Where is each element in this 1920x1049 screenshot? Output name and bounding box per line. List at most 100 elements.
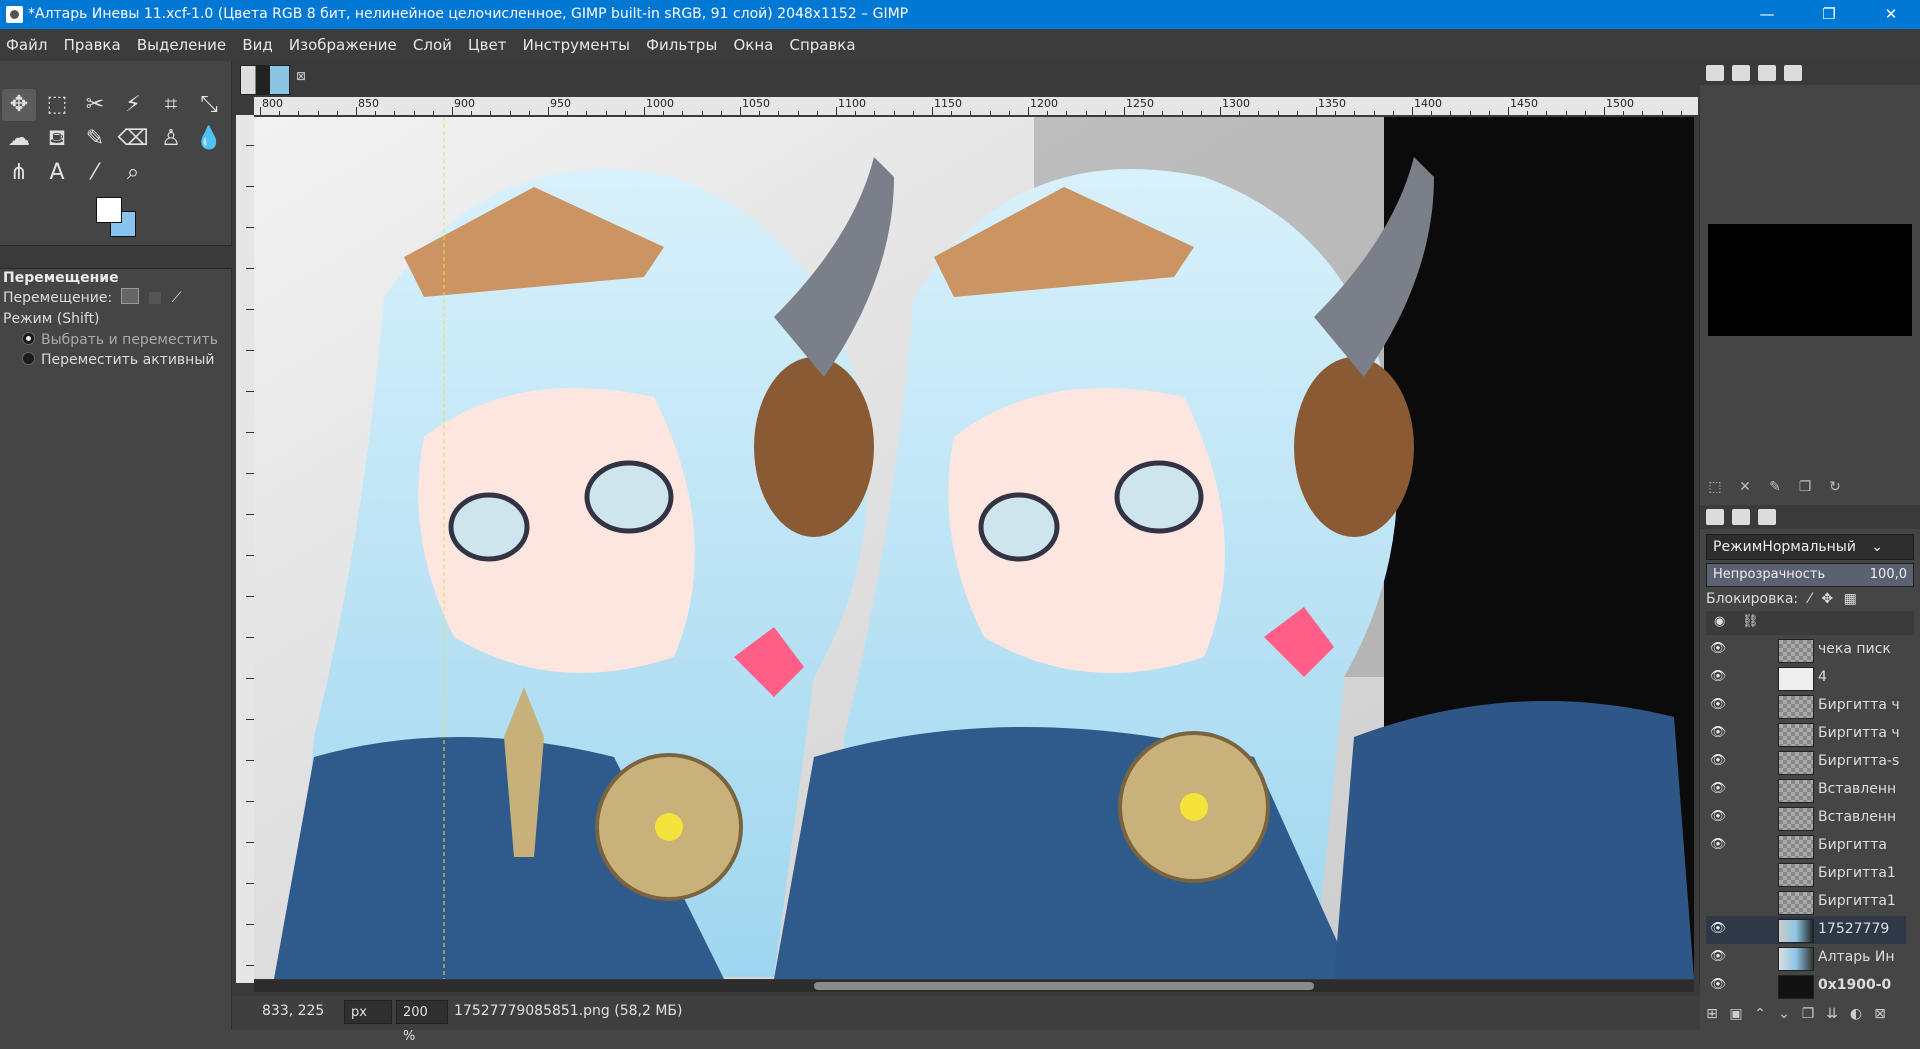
layer-row[interactable]: 👁 чека писк (1706, 636, 1906, 664)
close-button[interactable]: ✕ (1866, 0, 1916, 29)
lock-position-icon[interactable]: ✥ (1821, 591, 1833, 607)
gradient-tab-icon[interactable] (1784, 65, 1802, 81)
eye-icon[interactable]: 👁 (1709, 837, 1727, 852)
paintbrush-icon[interactable]: ✎ (78, 123, 112, 155)
layer-row[interactable]: 👁 Биргитта ч (1706, 692, 1906, 720)
raise-layer-icon[interactable]: ⌃ (1748, 1006, 1772, 1022)
merge-layer-icon[interactable]: ⇊ (1820, 1006, 1844, 1022)
layers-dock-tabs[interactable] (1700, 505, 1920, 529)
fuzzy-select-icon[interactable]: ⚡ (116, 89, 150, 121)
eraser-icon[interactable]: ⌫ (116, 123, 150, 155)
delete-layer-icon[interactable]: ⊠ (1868, 1006, 1892, 1022)
eye-hidden-icon[interactable] (1709, 865, 1727, 879)
lock-pixels-icon[interactable]: ⁄ (1809, 591, 1811, 607)
layer-row[interactable]: 👁 Биргитта-s (1706, 748, 1906, 776)
menu-view[interactable]: Вид (236, 29, 278, 61)
option-move-active[interactable]: Переместить активный (22, 352, 214, 368)
option-pick-move[interactable]: Выбрать и переместить (22, 332, 218, 348)
lock-alpha-icon[interactable]: ▦ (1844, 591, 1857, 607)
clone-icon[interactable]: ♙ (154, 123, 188, 155)
warp-icon[interactable]: ☁ (2, 123, 36, 155)
image-tab-close-icon[interactable]: ⊠ (296, 69, 306, 83)
layer-row[interactable]: 👁 Биргитта ч (1706, 720, 1906, 748)
menu-help[interactable]: Справка (783, 29, 861, 61)
eye-icon[interactable]: 👁 (1709, 809, 1727, 824)
channels-tab-icon[interactable] (1732, 509, 1750, 525)
duplicate-layer-icon[interactable]: ❐ (1796, 1006, 1820, 1022)
eye-icon[interactable]: 👁 (1709, 641, 1727, 656)
menu-windows[interactable]: Окна (727, 29, 779, 61)
layer-row-selected[interactable]: 👁 17527779 (1706, 916, 1906, 944)
menu-image[interactable]: Изображение (283, 29, 403, 61)
brush-preview[interactable] (1708, 224, 1912, 336)
eye-icon[interactable]: 👁 (1709, 725, 1727, 740)
zoom-select[interactable]: 200 % (396, 1000, 448, 1044)
transform-icon[interactable]: ⤡ (192, 89, 226, 121)
image-canvas[interactable] (254, 117, 1694, 979)
eye-hidden-icon[interactable] (1709, 893, 1727, 907)
mask-layer-icon[interactable]: ◐ (1844, 1006, 1868, 1022)
layers-tab-icon[interactable] (1706, 509, 1724, 525)
ruler-minor-tick (394, 111, 395, 115)
minimize-button[interactable]: — (1742, 0, 1792, 29)
foreground-color-swatch[interactable] (96, 197, 122, 223)
menu-edit[interactable]: Правка (58, 29, 127, 61)
zoom-icon[interactable]: ⌕ (116, 157, 150, 189)
move-layer-icon[interactable] (120, 288, 139, 304)
refresh-brush-icon[interactable]: ↻ (1820, 479, 1850, 495)
new-layer-icon[interactable]: ⊞ (1700, 1006, 1724, 1022)
eye-icon[interactable]: 👁 (1709, 921, 1727, 936)
crop-icon[interactable]: ⌗ (154, 89, 188, 121)
layer-row[interactable]: 👁 Вставленн (1706, 804, 1906, 832)
eye-icon[interactable]: 👁 (1709, 669, 1727, 684)
image-tab-thumbnail[interactable] (240, 65, 290, 95)
move-path-icon[interactable]: ⟋ (172, 290, 182, 306)
move-selection-icon[interactable] (149, 292, 162, 304)
paths-tab-icon[interactable] (1758, 509, 1776, 525)
brush-tab-icon[interactable] (1706, 65, 1724, 81)
menu-tools[interactable]: Инструменты (517, 29, 636, 61)
new-group-icon[interactable]: ▣ (1724, 1006, 1748, 1022)
edit-brush-icon[interactable]: ✎ (1760, 479, 1790, 495)
eye-icon[interactable]: 👁 (1709, 949, 1727, 964)
layer-row[interactable]: Биргитта1 (1706, 888, 1906, 916)
layer-row[interactable]: 👁 4 (1706, 664, 1906, 692)
brushes-dock-tabs[interactable] (1700, 61, 1920, 85)
lower-layer-icon[interactable]: ⌄ (1772, 1006, 1796, 1022)
copy-brush-icon[interactable]: ❐ (1790, 479, 1820, 495)
layer-row[interactable]: 👁 Алтарь Ин (1706, 944, 1906, 972)
unit-select[interactable]: px (344, 1000, 392, 1024)
vertical-ruler[interactable] (236, 115, 254, 983)
eye-icon[interactable]: 👁 (1709, 977, 1727, 992)
layer-mode-select[interactable]: РежимНормальный ⌄ (1706, 534, 1914, 560)
menu-colors[interactable]: Цвет (462, 29, 512, 61)
delete-brush-icon[interactable]: ✕ (1730, 479, 1760, 495)
menu-select[interactable]: Выделение (131, 29, 232, 61)
eye-icon[interactable]: 👁 (1709, 781, 1727, 796)
duplicate-brush-icon[interactable]: ⬚ (1700, 479, 1730, 495)
horizontal-ruler[interactable]: 800 850 900 950 1000 1050 1100 1150 1200 1250 1300… (254, 97, 1698, 115)
font-tab-icon[interactable] (1758, 65, 1776, 81)
opacity-slider[interactable]: Непрозрачность 100,0 (1706, 563, 1914, 587)
text-tool-icon[interactable]: A (40, 157, 74, 189)
move-tool-icon[interactable]: ✥ (2, 89, 36, 121)
paths-icon[interactable]: ⋔ (2, 157, 36, 189)
rect-select-icon[interactable]: ⬚ (40, 89, 74, 121)
ruler-tick (246, 227, 254, 228)
bucket-fill-icon[interactable]: ⛾ (40, 123, 74, 155)
eye-icon[interactable]: 👁 (1709, 753, 1727, 768)
smudge-icon[interactable]: 💧 (192, 123, 226, 155)
color-picker-icon[interactable]: ⁄ (78, 157, 112, 189)
layer-row[interactable]: 👁 Биргитта (1706, 832, 1906, 860)
eye-icon[interactable]: 👁 (1709, 697, 1727, 712)
layer-row[interactable]: Биргитта1 (1706, 860, 1906, 888)
menu-file[interactable]: Файл (0, 29, 53, 61)
scissors-select-icon[interactable]: ✂ (78, 89, 112, 121)
restore-button[interactable]: ❐ (1804, 0, 1854, 29)
pattern-tab-icon[interactable] (1732, 65, 1750, 81)
menu-filters[interactable]: Фильтры (640, 29, 723, 61)
layer-row[interactable]: 👁 Вставленн (1706, 776, 1906, 804)
menu-layer[interactable]: Слой (407, 29, 458, 61)
horizontal-scrollbar[interactable] (254, 980, 1694, 992)
layer-row[interactable]: 👁 0x1900-0 (1706, 972, 1906, 1000)
